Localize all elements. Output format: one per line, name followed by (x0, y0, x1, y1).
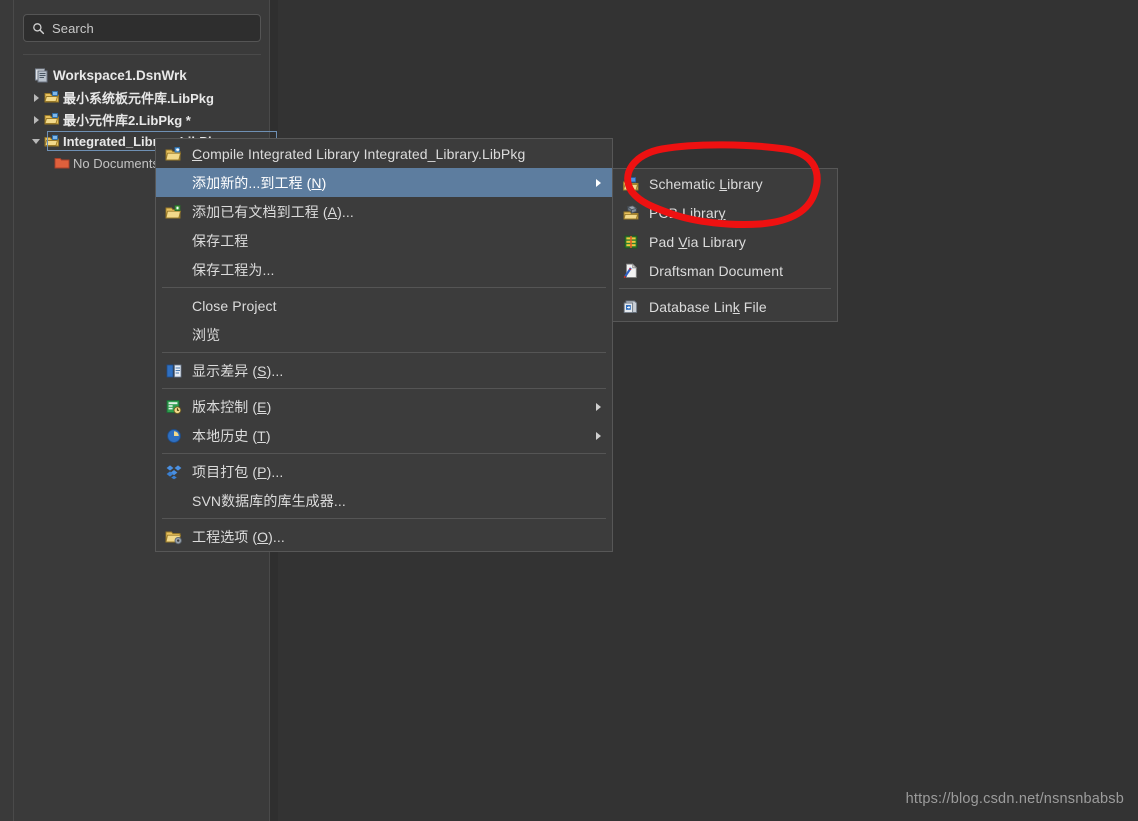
draftsman-icon (623, 262, 638, 278)
libpkg-icon (44, 113, 59, 125)
menu-item-close-project[interactable]: Close Project (156, 291, 612, 320)
menu-item-label: 项目打包 (P)... (192, 463, 284, 480)
tree-item-workspace[interactable]: Workspace1.DsnWrk (14, 64, 270, 86)
submenu-arrow-icon (596, 178, 601, 187)
submenu-arrow-icon (596, 431, 601, 440)
libpkg-icon (44, 91, 59, 103)
search-icon (33, 22, 45, 34)
submenu-item-label: Database Link File (649, 298, 767, 315)
package-icon (166, 464, 182, 479)
submenu-item-label: Pad Via Library (649, 233, 746, 250)
pad-via-library-icon (624, 235, 638, 248)
menu-item-label: SVN数据库的库生成器... (192, 492, 346, 509)
chevron-down-icon[interactable] (30, 134, 44, 148)
menu-separator (162, 352, 606, 353)
submenu-separator (619, 288, 831, 289)
project-options-icon (165, 531, 182, 544)
clock-icon (167, 428, 181, 443)
schematic-library-icon (622, 176, 639, 190)
tree-item-label: Workspace1.DsnWrk (53, 67, 187, 83)
submenu-item-schematic-library[interactable]: Schematic Library (613, 169, 837, 198)
tree-item-libpkg-2[interactable]: 最小元件库2.LibPkg * (14, 108, 270, 130)
menu-item-svn-library-generator[interactable]: SVN数据库的库生成器... (156, 486, 612, 515)
folder-icon (54, 158, 70, 169)
menu-item-label: 工程选项 (O)... (192, 528, 285, 545)
libpkg-icon (44, 135, 59, 147)
menu-item-browse[interactable]: 浏览 (156, 320, 612, 349)
menu-item-label: 保存工程为... (192, 261, 275, 278)
pcb-library-icon (623, 205, 639, 219)
panel-divider (23, 54, 261, 55)
menu-item-compile-integrated-library[interactable]: Compile Integrated Library Integrated_Li… (156, 139, 612, 168)
submenu-add-new-to-project: Schematic Library PCB Library Pad Via Li… (612, 168, 838, 322)
menu-item-local-history[interactable]: 本地历史 (T) (156, 421, 612, 450)
menu-item-add-existing-to-project[interactable]: 添加已有文档到工程 (A)... (156, 197, 612, 226)
menu-item-project-packager[interactable]: 项目打包 (P)... (156, 457, 612, 486)
menu-item-label: 保存工程 (192, 232, 249, 249)
submenu-item-label: PCB Library (649, 204, 726, 221)
chevron-right-icon[interactable] (30, 112, 44, 126)
tree-item-label: 最小元件库2.LibPkg * (63, 112, 191, 128)
context-menu: Compile Integrated Library Integrated_Li… (155, 138, 613, 552)
submenu-item-draftsman-document[interactable]: Draftsman Document (613, 256, 837, 285)
menu-item-label: 添加新的...到工程 (N) (192, 174, 327, 191)
chevron-right-icon[interactable] (30, 90, 44, 104)
diff-icon (166, 364, 182, 377)
search-placeholder: Search (52, 20, 94, 36)
menu-item-add-new-to-project[interactable]: 添加新的...到工程 (N) (156, 168, 612, 197)
twisty-none (20, 68, 34, 82)
menu-separator (162, 287, 606, 288)
menu-item-label: 浏览 (192, 326, 221, 343)
menu-separator (162, 453, 606, 454)
submenu-item-pad-via-library[interactable]: Pad Via Library (613, 227, 837, 256)
version-control-icon (166, 399, 182, 414)
workspace-icon (35, 68, 48, 83)
submenu-item-label: Draftsman Document (649, 262, 784, 279)
submenu-item-label: Schematic Library (649, 175, 763, 192)
submenu-arrow-icon (596, 402, 601, 411)
search-input[interactable]: Search (23, 14, 261, 42)
watermark-url: https://blog.csdn.net/nsnsnbabsb (905, 791, 1124, 807)
menu-item-label: 显示差异 (S)... (192, 362, 284, 379)
menu-item-save-project-as[interactable]: 保存工程为... (156, 255, 612, 284)
menu-separator (162, 388, 606, 389)
tree-item-label: 最小系统板元件库.LibPkg (63, 90, 214, 106)
menu-separator (162, 518, 606, 519)
database-link-icon (623, 300, 638, 313)
menu-item-label: 添加已有文档到工程 (A)... (192, 203, 354, 220)
menu-item-label: Close Project (192, 297, 277, 314)
submenu-item-pcb-library[interactable]: PCB Library (613, 198, 837, 227)
panel-left-gutter (0, 0, 13, 821)
menu-item-project-options[interactable]: 工程选项 (O)... (156, 522, 612, 551)
menu-item-show-differences[interactable]: 显示差异 (S)... (156, 356, 612, 385)
submenu-item-database-link-file[interactable]: Database Link File (613, 292, 837, 321)
menu-item-save-project[interactable]: 保存工程 (156, 226, 612, 255)
add-folder-icon (165, 204, 182, 218)
menu-item-label: 版本控制 (E) (192, 398, 272, 415)
menu-item-version-control[interactable]: 版本控制 (E) (156, 392, 612, 421)
menu-item-label: 本地历史 (T) (192, 427, 271, 444)
tree-item-libpkg-1[interactable]: 最小系统板元件库.LibPkg (14, 86, 270, 108)
compile-folder-icon (165, 146, 182, 160)
menu-item-label: Compile Integrated Library Integrated_Li… (192, 145, 526, 162)
